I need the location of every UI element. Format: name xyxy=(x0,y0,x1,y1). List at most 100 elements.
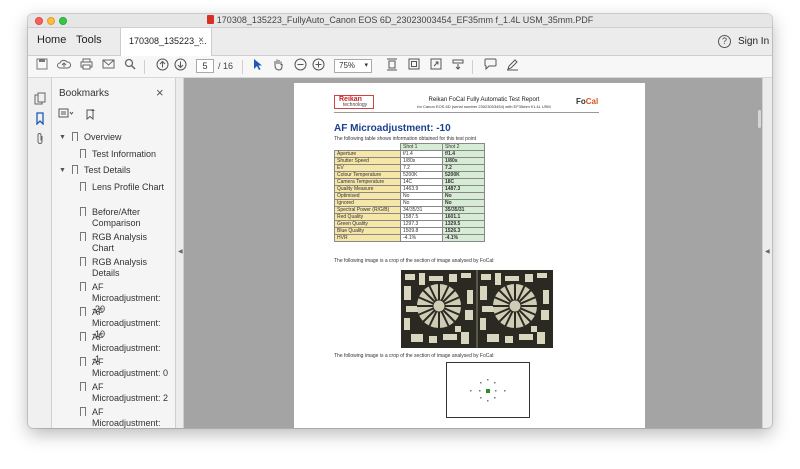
table-cell: -4.1% xyxy=(442,234,485,242)
table-cell: 1/80s xyxy=(442,157,485,165)
table-cell: 1526.3 xyxy=(442,227,485,235)
bookmark-label: AF Microadjustment: 0 xyxy=(92,356,169,378)
focus-point-diagram xyxy=(446,362,530,418)
page-thumbnails-icon[interactable] xyxy=(33,92,47,106)
bookmark-label: Test Information xyxy=(92,148,157,159)
left-rail xyxy=(28,78,52,428)
tab-home[interactable]: Home xyxy=(37,34,66,46)
page-up-icon[interactable] xyxy=(154,58,170,74)
expand-arrow-icon[interactable]: ▼ xyxy=(59,132,66,143)
table-header-cell: Shot 1 xyxy=(400,143,443,151)
table-cell: 5200K xyxy=(400,171,443,179)
table-cell: Colour Temperature xyxy=(334,171,401,179)
bookmark-flag-icon xyxy=(72,165,78,174)
table-cell: 34/35/31 xyxy=(400,206,443,214)
crop-caption-1: The following image is a crop of the sec… xyxy=(334,258,495,264)
bookmark-label: AF Microadjustment: 2 xyxy=(92,381,169,403)
bookmark-flag-icon xyxy=(80,381,86,391)
reikan-logo-sub: technology xyxy=(343,102,368,108)
table-cell: f/1.4 xyxy=(442,150,485,158)
full-screen-icon[interactable] xyxy=(428,58,444,74)
new-bookmark-icon[interactable] xyxy=(82,108,98,122)
table-cell: No xyxy=(442,199,485,207)
table-cell: 1329.5 xyxy=(442,220,485,228)
sign-in-button[interactable]: Sign In xyxy=(738,36,769,47)
table-cell: Red Quality xyxy=(334,213,401,221)
bookmark-flag-icon xyxy=(80,148,86,158)
page-down-icon[interactable] xyxy=(172,58,188,74)
pdf-file-icon xyxy=(206,15,214,24)
table-cell: EV xyxy=(334,164,401,172)
fit-page-icon[interactable] xyxy=(406,58,422,74)
page-number-input[interactable]: 5 xyxy=(196,59,214,73)
comment-icon[interactable] xyxy=(482,58,498,74)
bookmark-flag-icon xyxy=(80,256,86,266)
tab-tools[interactable]: Tools xyxy=(76,34,102,46)
table-row: Quality Measure 1463.9 1487.3 xyxy=(334,185,485,193)
table-cell: 1463.9 xyxy=(400,185,443,193)
close-icon[interactable]: × xyxy=(156,85,164,100)
crop-caption-2: The following image is a crop of the sec… xyxy=(334,353,495,359)
bookmark-flag-icon xyxy=(80,306,86,316)
window-title: 170308_135223_FullyAuto_Canon EOS 6D_230… xyxy=(28,15,772,25)
table-cell: Camera Temperature xyxy=(334,178,401,186)
table-row: EV 7.2 7.2 xyxy=(334,164,485,172)
toolbar-divider xyxy=(242,60,243,74)
bookmark-flag-icon xyxy=(80,206,86,216)
app-window: 170308_135223_FullyAuto_Canon EOS 6D_230… xyxy=(28,14,772,428)
panel-splitter-left[interactable]: ◀ xyxy=(176,78,184,428)
expand-arrow-icon[interactable]: ▼ xyxy=(59,165,66,176)
table-row: Shutter Speed 1/80s 1/80s xyxy=(334,157,485,165)
fit-width-icon[interactable] xyxy=(384,58,400,74)
table-row: HVR -4.1% -4.1% xyxy=(334,234,485,242)
table-cell: 1509.8 xyxy=(400,227,443,235)
collapse-left-icon[interactable]: ◀ xyxy=(178,248,183,255)
upload-icon[interactable] xyxy=(56,58,72,74)
bookmark-flag-icon xyxy=(80,356,86,366)
bookmark-flag-icon xyxy=(80,331,86,341)
hand-icon[interactable] xyxy=(270,58,286,74)
table-row: Spectral Power (R/G/B) 34/35/31 35/35/31 xyxy=(334,206,485,214)
report-title: Reikan FoCal Fully Automatic Test Report xyxy=(428,97,540,103)
scrolling-mode-icon[interactable] xyxy=(450,58,466,74)
email-icon[interactable] xyxy=(100,58,116,74)
table-cell: Green Quality xyxy=(334,220,401,228)
bookmark-options-icon[interactable] xyxy=(58,108,74,122)
tab-document-label: 170308_135223_... xyxy=(129,36,207,46)
table-cell: No xyxy=(442,192,485,200)
table-cell: Shutter Speed xyxy=(334,157,401,165)
print-icon[interactable] xyxy=(78,58,94,74)
attachment-icon[interactable] xyxy=(33,132,47,146)
bookmark-label: Overview xyxy=(84,132,122,142)
right-rail[interactable]: ◀ xyxy=(762,78,772,428)
tab-document[interactable]: 170308_135223_... × xyxy=(120,28,212,56)
help-icon[interactable]: ? xyxy=(718,35,731,48)
table-row: Colour Temperature 5200K 5200K xyxy=(334,171,485,179)
chevron-down-icon: ▾ xyxy=(364,62,368,69)
table-cell: Quality Measure xyxy=(334,185,401,193)
table-cell: Blue Quality xyxy=(334,227,401,235)
bookmark-flag-icon xyxy=(80,406,86,416)
zoom-in-icon[interactable] xyxy=(310,58,326,74)
table-cell: f/1.4 xyxy=(400,150,443,158)
page-total: / 16 xyxy=(218,61,234,71)
table-row: Ignored No No xyxy=(334,199,485,207)
sign-icon[interactable] xyxy=(504,58,520,74)
table-cell: HVR xyxy=(334,234,401,242)
search-icon[interactable] xyxy=(122,58,138,74)
table-header-cell xyxy=(334,143,401,151)
document-viewer[interactable]: Reikan technology Reikan FoCal Fully Aut… xyxy=(184,78,762,428)
save-icon[interactable] xyxy=(34,58,50,74)
zoom-out-icon[interactable] xyxy=(292,58,308,74)
table-cell: 1601.1 xyxy=(442,213,485,221)
select-cursor-icon[interactable] xyxy=(250,58,266,74)
table-cell: 1487.3 xyxy=(442,185,485,193)
table-row: Aperture f/1.4 f/1.4 xyxy=(334,150,485,158)
document-scrollbar[interactable] xyxy=(758,110,761,128)
bookmark-icon[interactable] xyxy=(33,112,47,126)
zoom-level-select[interactable]: 75% ▾ xyxy=(334,59,372,73)
table-cell: No xyxy=(400,199,443,207)
collapse-right-icon[interactable]: ◀ xyxy=(765,248,770,255)
table-cell: 35/35/31 xyxy=(442,206,485,214)
close-icon[interactable]: × xyxy=(198,35,204,46)
